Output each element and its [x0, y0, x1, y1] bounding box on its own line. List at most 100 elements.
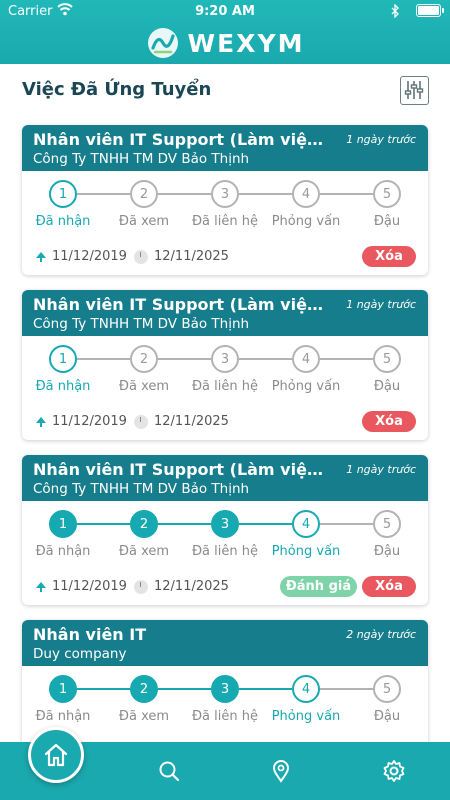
step-1-indicator: 1 — [49, 345, 77, 373]
application-card[interactable]: Nhân viên IT Support (Làm việc... Công Ty… — [22, 125, 428, 275]
search-icon — [159, 761, 180, 782]
company-name: Công Ty TNHH TM DV Bảo Thịnh — [33, 316, 250, 332]
posted-time: 2 ngày trước — [346, 628, 416, 641]
step-connector — [77, 523, 130, 525]
step-4-label: Phỏng vấn — [271, 214, 341, 229]
page-title: Việc Đã Ứng Tuyển — [22, 79, 212, 100]
delete-button[interactable]: Xóa — [362, 246, 416, 267]
app-header: Carrier 9:20 AM WEXYM — [0, 0, 450, 64]
job-title: Nhân viên IT Support (Làm việc... — [33, 130, 323, 149]
deadline: 12/11/2025 — [134, 579, 229, 594]
step-1-label: Đã nhận — [35, 379, 91, 394]
job-title: Nhân viên IT — [33, 625, 147, 644]
applied-date: 11/12/2019 — [36, 414, 127, 429]
step-3-label: Đã liên hệ — [191, 709, 258, 724]
filter-button[interactable] — [400, 76, 429, 105]
card-header: Nhân viên IT Support (Làm việc... Công Ty… — [22, 455, 428, 501]
brand: WEXYM — [0, 24, 450, 62]
step-connector — [239, 358, 292, 360]
application-card[interactable]: Nhân viên IT Support (Làm việc... Công Ty… — [22, 290, 428, 440]
step-connector — [77, 688, 130, 690]
posted-time: 1 ngày trước — [346, 463, 416, 476]
applied-arrow-icon — [36, 251, 46, 262]
applied-arrow-icon — [36, 416, 46, 427]
company-name: Công Ty TNHH TM DV Bảo Thịnh — [33, 151, 250, 167]
status-time: 9:20 AM — [195, 4, 255, 19]
step-3-indicator: 3 — [211, 345, 239, 373]
step-2-indicator: 2 — [130, 675, 158, 703]
step-connector — [239, 193, 292, 195]
brand-name: WEXYM — [187, 28, 305, 58]
step-3-indicator: 3 — [211, 180, 239, 208]
step-2-indicator: 2 — [130, 180, 158, 208]
step-3-label: Đã liên hệ — [191, 379, 258, 394]
step-4-indicator: 4 — [292, 345, 320, 373]
rate-button[interactable]: Đánh giá — [280, 576, 357, 597]
step-1-label: Đã nhận — [35, 544, 91, 559]
posted-time: 1 ngày trước — [346, 133, 416, 146]
step-connector — [320, 193, 373, 195]
clock-icon — [134, 249, 148, 264]
deadline-text: 12/11/2025 — [154, 579, 229, 594]
step-5-label: Đậu — [373, 544, 401, 559]
company-name: Công Ty TNHH TM DV Bảo Thịnh — [33, 481, 250, 497]
step-4-indicator: 4 — [292, 180, 320, 208]
battery-icon — [416, 4, 444, 17]
step-connector — [158, 193, 211, 195]
job-title: Nhân viên IT Support (Làm việc... — [33, 295, 323, 314]
step-3-label: Đã liên hệ — [191, 214, 258, 229]
application-card[interactable]: Nhân viên IT Support (Làm việc... Công Ty… — [22, 455, 428, 605]
clock-icon — [134, 414, 148, 429]
card-header: Nhân viên IT Support (Làm việc... Công Ty… — [22, 125, 428, 171]
step-connector — [158, 523, 211, 525]
step-2-label: Đã xem — [118, 709, 170, 724]
step-3-indicator: 3 — [211, 675, 239, 703]
status-bar: Carrier 9:20 AM — [0, 0, 450, 22]
filter-sliders-icon — [404, 81, 424, 99]
company-name: Duy company — [33, 646, 127, 662]
step-1-label: Đã nhận — [35, 214, 91, 229]
step-3-indicator: 3 — [211, 510, 239, 538]
deadline-text: 12/11/2025 — [154, 249, 229, 264]
applied-date-text: 11/12/2019 — [52, 249, 127, 264]
step-connector — [77, 193, 130, 195]
step-1-indicator: 1 — [49, 180, 77, 208]
card-header: Nhân viên IT Duy company 2 ngày trước — [22, 620, 428, 666]
delete-button[interactable]: Xóa — [362, 576, 416, 597]
step-5-label: Đậu — [373, 709, 401, 724]
step-5-label: Đậu — [373, 214, 401, 229]
step-1-indicator: 1 — [49, 675, 77, 703]
delete-button[interactable]: Xóa — [362, 411, 416, 432]
gear-icon — [383, 760, 405, 782]
clock-icon — [134, 579, 148, 594]
bluetooth-icon — [391, 4, 399, 18]
step-2-label: Đã xem — [118, 214, 170, 229]
step-4-indicator: 4 — [292, 510, 320, 538]
card-header: Nhân viên IT Support (Làm việc... Công Ty… — [22, 290, 428, 336]
step-5-indicator: 5 — [373, 345, 401, 373]
step-connector — [239, 688, 292, 690]
step-connector — [320, 358, 373, 360]
applied-date-text: 11/12/2019 — [52, 414, 127, 429]
step-connector — [320, 688, 373, 690]
deadline: 12/11/2025 — [134, 249, 229, 264]
tab-home[interactable] — [28, 727, 84, 783]
step-1-label: Đã nhận — [35, 709, 91, 724]
step-3-label: Đã liên hệ — [191, 544, 258, 559]
step-4-label: Phỏng vấn — [271, 709, 341, 724]
applied-date-text: 11/12/2019 — [52, 579, 127, 594]
step-5-indicator: 5 — [373, 180, 401, 208]
step-1-indicator: 1 — [49, 510, 77, 538]
step-connector — [158, 358, 211, 360]
page-header: Việc Đã Ứng Tuyển — [0, 64, 450, 116]
applied-arrow-icon — [36, 581, 46, 592]
location-pin-icon — [272, 760, 290, 783]
job-title: Nhân viên IT Support (Làm việc... — [33, 460, 323, 479]
tab-location[interactable] — [268, 758, 294, 784]
posted-time: 1 ngày trước — [346, 298, 416, 311]
step-connector — [320, 523, 373, 525]
step-connector — [77, 358, 130, 360]
applied-date: 11/12/2019 — [36, 579, 127, 594]
tab-settings[interactable] — [381, 758, 407, 784]
tab-search[interactable] — [156, 758, 182, 784]
